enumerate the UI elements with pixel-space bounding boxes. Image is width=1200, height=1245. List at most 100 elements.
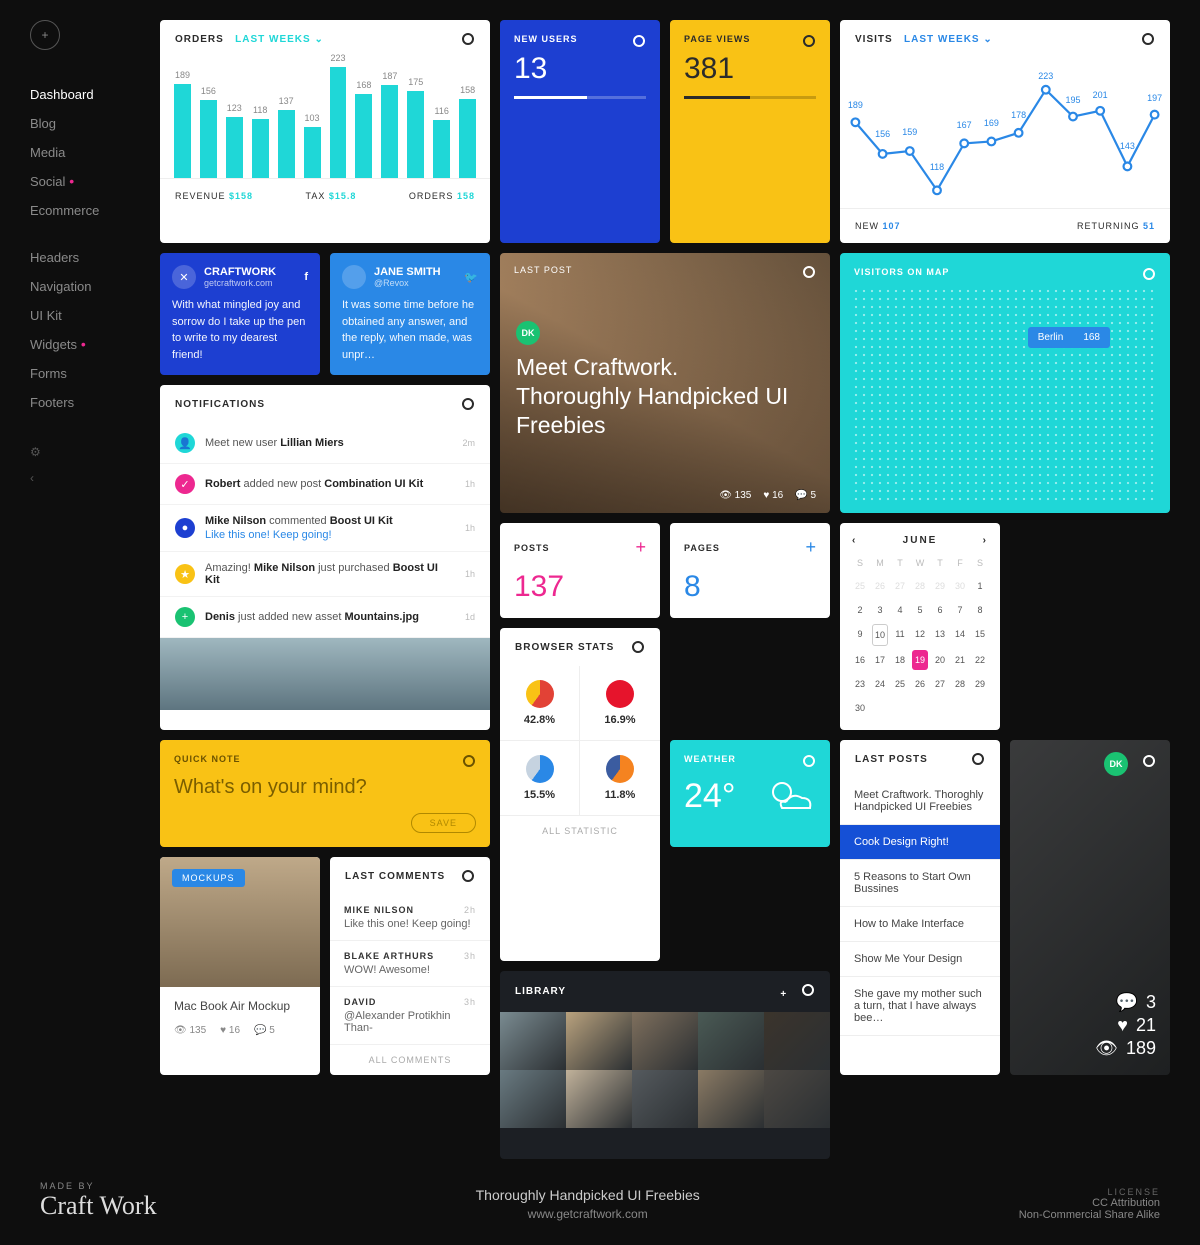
more-icon[interactable]	[462, 754, 476, 768]
add-page-button[interactable]: +	[805, 537, 816, 558]
browser-stat-safari[interactable]: 15.5%	[500, 741, 580, 816]
nav-item-widgets[interactable]: Widgets •	[30, 330, 160, 359]
calendar-day[interactable]: 25	[852, 576, 868, 596]
post-list-item[interactable]: Meet Craftwork. Thoroghly Handpicked UI …	[840, 778, 1000, 825]
next-month-button[interactable]: ›	[983, 535, 988, 546]
nav-item-forms[interactable]: Forms	[30, 359, 160, 388]
more-icon[interactable]	[971, 752, 985, 766]
nav-item-media[interactable]: Media	[30, 138, 160, 167]
calendar-day[interactable]: 21	[952, 650, 968, 670]
map-marker-label[interactable]: Berlin168	[1028, 327, 1110, 348]
calendar-day[interactable]: 15	[972, 624, 988, 646]
calendar-day[interactable]: 16	[852, 650, 868, 670]
collapse-icon[interactable]: ‹	[30, 465, 160, 491]
calendar-day[interactable]: 22	[972, 650, 988, 670]
notification-item[interactable]: +Denis just added new asset Mountains.jp…	[160, 597, 490, 638]
calendar-day[interactable]: 13	[932, 624, 948, 646]
notification-item[interactable]: ●Mike Nilson commented Boost UI KitLike …	[160, 505, 490, 552]
library-thumbnail[interactable]	[698, 1070, 764, 1128]
prev-month-button[interactable]: ‹	[852, 535, 857, 546]
featured-image-card[interactable]: DK 💬3 ♥21 👁189	[1010, 740, 1170, 1075]
calendar-day[interactable]: 12	[912, 624, 928, 646]
more-icon[interactable]	[1142, 267, 1156, 281]
calendar-day[interactable]: 7	[952, 600, 968, 620]
nav-item-social[interactable]: Social •	[30, 167, 160, 196]
library-thumbnail[interactable]	[764, 1012, 830, 1070]
more-icon[interactable]	[461, 869, 475, 883]
calendar-day[interactable]: 28	[912, 576, 928, 596]
more-icon[interactable]	[802, 265, 816, 279]
post-list-item[interactable]: Cook Design Right!	[840, 825, 1000, 860]
calendar-day[interactable]: 30	[952, 576, 968, 596]
calendar-day[interactable]: 2	[852, 600, 868, 620]
calendar-day[interactable]: 10	[872, 624, 888, 646]
nav-item-headers[interactable]: Headers	[30, 243, 160, 272]
nav-item-navigation[interactable]: Navigation	[30, 272, 160, 301]
add-post-button[interactable]: +	[635, 537, 646, 558]
calendar-day[interactable]: 5	[912, 600, 928, 620]
browser-stat-firefox[interactable]: 11.8%	[580, 741, 660, 816]
calendar-day[interactable]: 26	[872, 576, 888, 596]
save-button[interactable]: SAVE	[411, 813, 476, 833]
notification-item[interactable]: 👤Meet new user Lillian Miers2m	[160, 423, 490, 464]
nav-item-footers[interactable]: Footers	[30, 388, 160, 417]
calendar-day[interactable]: 27	[932, 674, 948, 694]
calendar-day[interactable]: 17	[872, 650, 888, 670]
calendar-day[interactable]: 29	[932, 576, 948, 596]
library-thumbnail[interactable]	[764, 1070, 830, 1128]
comment-item[interactable]: DAVID3h@Alexander Protikhin Than-	[330, 987, 490, 1045]
calendar-day[interactable]: 9	[852, 624, 868, 646]
notification-item[interactable]: ★Amazing! Mike Nilson just purchased Boo…	[160, 552, 490, 597]
facebook-card[interactable]: ✕ CRAFTWORKgetcraftwork.com f With what …	[160, 253, 320, 375]
calendar-day[interactable]: 8	[972, 600, 988, 620]
calendar-day[interactable]: 28	[952, 674, 968, 694]
post-list-item[interactable]: How to Make Interface	[840, 907, 1000, 942]
world-map[interactable]	[852, 287, 1158, 501]
calendar-day[interactable]: 6	[932, 600, 948, 620]
nav-item-blog[interactable]: Blog	[30, 109, 160, 138]
library-thumbnail[interactable]	[632, 1070, 698, 1128]
calendar-day[interactable]: 18	[892, 650, 908, 670]
calendar-day[interactable]: 19	[912, 650, 928, 670]
more-icon[interactable]	[631, 640, 645, 654]
browser-stat-chrome[interactable]: 42.8%	[500, 666, 580, 741]
post-list-item[interactable]: Show Me Your Design	[840, 942, 1000, 977]
library-thumbnail[interactable]	[566, 1012, 632, 1070]
calendar-day[interactable]: 27	[892, 576, 908, 596]
library-thumbnail[interactable]	[632, 1012, 698, 1070]
more-icon[interactable]	[801, 983, 815, 997]
calendar-day[interactable]: 1	[972, 576, 988, 596]
more-icon[interactable]	[802, 34, 816, 48]
calendar-day[interactable]: 26	[912, 674, 928, 694]
comment-item[interactable]: BLAKE ARTHURS3hWOW! Awesome!	[330, 941, 490, 987]
add-button[interactable]: +	[30, 20, 60, 50]
library-thumbnail[interactable]	[566, 1070, 632, 1128]
library-thumbnail[interactable]	[500, 1070, 566, 1128]
post-list-item[interactable]: 5 Reasons to Start Own Bussines	[840, 860, 1000, 907]
calendar-day[interactable]: 14	[952, 624, 968, 646]
gear-icon[interactable]: ⚙	[30, 439, 160, 465]
more-icon[interactable]	[632, 34, 646, 48]
more-icon[interactable]	[461, 32, 475, 46]
last-post-card[interactable]: LAST POST DK Meet Craftwork. Thoroughly …	[500, 253, 830, 513]
nav-item-ecommerce[interactable]: Ecommerce	[30, 196, 160, 225]
nav-item-dashboard[interactable]: Dashboard	[30, 80, 160, 109]
add-media-button[interactable]: +	[780, 989, 787, 1000]
calendar-day[interactable]: 20	[932, 650, 948, 670]
mockups-card[interactable]: MOCKUPS Mac Book Air Mockup 👁 135 ♥ 16 💬…	[160, 857, 320, 1075]
comment-item[interactable]: MIKE NILSON2hLike this one! Keep going!	[330, 895, 490, 941]
calendar-day[interactable]: 4	[892, 600, 908, 620]
calendar-day[interactable]: 23	[852, 674, 868, 694]
more-icon[interactable]	[1141, 32, 1155, 46]
notification-item[interactable]: ✓Robert added new post Combination UI Ki…	[160, 464, 490, 505]
orders-tab[interactable]: LAST WEEKS ⌄	[235, 34, 324, 45]
calendar-day[interactable]: 3	[872, 600, 888, 620]
all-comments-link[interactable]: ALL COMMENTS	[330, 1045, 490, 1075]
calendar-day[interactable]: 30	[852, 698, 868, 718]
calendar-day[interactable]: 11	[892, 624, 908, 646]
calendar-day[interactable]: 25	[892, 674, 908, 694]
twitter-card[interactable]: JANE SMITH@Revox 🐦 It was some time befo…	[330, 253, 490, 375]
visits-tab[interactable]: LAST WEEKS ⌄	[904, 34, 993, 45]
nav-item-ui kit[interactable]: UI Kit	[30, 301, 160, 330]
more-icon[interactable]	[802, 754, 816, 768]
